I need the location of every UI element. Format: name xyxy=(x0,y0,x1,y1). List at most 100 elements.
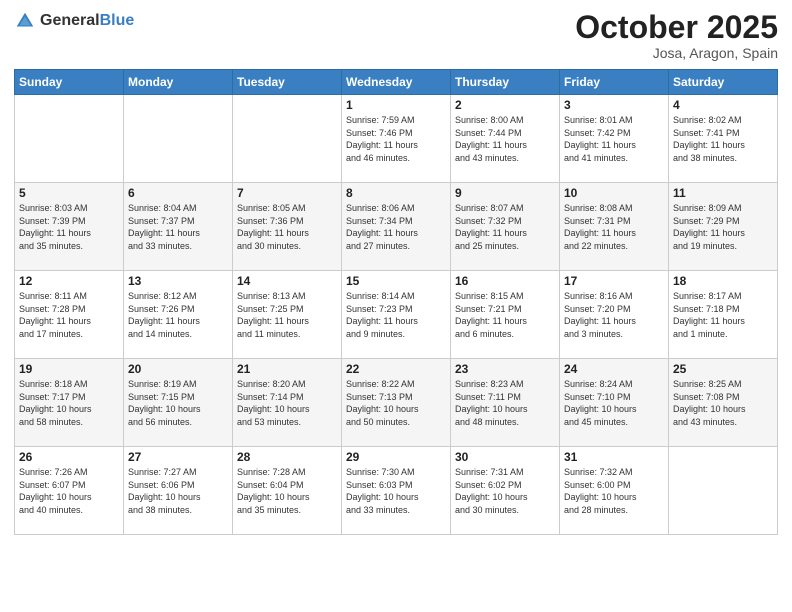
calendar-cell: 22Sunrise: 8:22 AM Sunset: 7:13 PM Dayli… xyxy=(342,359,451,447)
day-info: Sunrise: 8:02 AM Sunset: 7:41 PM Dayligh… xyxy=(673,114,773,164)
day-number: 1 xyxy=(346,98,446,112)
header: GeneralBlue October 2025 Josa, Aragon, S… xyxy=(14,10,778,61)
day-number: 26 xyxy=(19,450,119,464)
logo: GeneralBlue xyxy=(14,10,134,32)
calendar-cell: 15Sunrise: 8:14 AM Sunset: 7:23 PM Dayli… xyxy=(342,271,451,359)
calendar-cell: 26Sunrise: 7:26 AM Sunset: 6:07 PM Dayli… xyxy=(15,447,124,535)
day-info: Sunrise: 8:24 AM Sunset: 7:10 PM Dayligh… xyxy=(564,378,664,428)
calendar-week-row: 12 Sunrise: 8:11 AM Sunset: 7:28 PM Dayli… xyxy=(15,271,778,359)
day-number: 15 xyxy=(346,274,446,288)
calendar-table: SundayMondayTuesdayWednesdayThursdayFrid… xyxy=(14,69,778,535)
day-number: 25 xyxy=(673,362,773,376)
calendar-cell: 7 Sunrise: 8:05 AM Sunset: 7:36 PM Daylig… xyxy=(233,183,342,271)
calendar-cell xyxy=(669,447,778,535)
calendar-cell: 1 Sunrise: 7:59 AM Sunset: 7:46 PM Daylig… xyxy=(342,95,451,183)
calendar-cell: 20 Sunrise: 8:19 AM Sunset: 7:15 PM Dayli… xyxy=(124,359,233,447)
calendar-week-row: 26Sunrise: 7:26 AM Sunset: 6:07 PM Dayli… xyxy=(15,447,778,535)
day-info: Sunrise: 8:19 AM Sunset: 7:15 PM Dayligh… xyxy=(128,378,228,428)
calendar-cell: 16 Sunrise: 8:15 AM Sunset: 7:21 PM Dayli… xyxy=(451,271,560,359)
calendar-cell: 21 Sunrise: 8:20 AM Sunset: 7:14 PM Dayli… xyxy=(233,359,342,447)
day-info: Sunrise: 8:12 AM Sunset: 7:26 PM Dayligh… xyxy=(128,290,228,340)
calendar-col-header: Saturday xyxy=(669,70,778,95)
day-info: Sunrise: 8:16 AM Sunset: 7:20 PM Dayligh… xyxy=(564,290,664,340)
day-number: 5 xyxy=(19,186,119,200)
day-number: 14 xyxy=(237,274,337,288)
calendar-col-header: Friday xyxy=(560,70,669,95)
calendar-cell: 19 Sunrise: 8:18 AM Sunset: 7:17 PM Dayli… xyxy=(15,359,124,447)
logo-blue: Blue xyxy=(100,12,135,30)
day-number: 30 xyxy=(455,450,555,464)
day-info: Sunrise: 7:28 AM Sunset: 6:04 PM Dayligh… xyxy=(237,466,337,516)
logo-icon xyxy=(14,10,36,32)
month-title: October 2025 xyxy=(575,10,778,45)
day-number: 8 xyxy=(346,186,446,200)
calendar-col-header: Thursday xyxy=(451,70,560,95)
day-info: Sunrise: 7:32 AM Sunset: 6:00 PM Dayligh… xyxy=(564,466,664,516)
calendar-cell xyxy=(124,95,233,183)
calendar-col-header: Wednesday xyxy=(342,70,451,95)
day-number: 20 xyxy=(128,362,228,376)
day-number: 7 xyxy=(237,186,337,200)
day-info: Sunrise: 8:01 AM Sunset: 7:42 PM Dayligh… xyxy=(564,114,664,164)
day-info: Sunrise: 8:09 AM Sunset: 7:29 PM Dayligh… xyxy=(673,202,773,252)
day-info: Sunrise: 8:07 AM Sunset: 7:32 PM Dayligh… xyxy=(455,202,555,252)
day-info: Sunrise: 8:17 AM Sunset: 7:18 PM Dayligh… xyxy=(673,290,773,340)
day-number: 3 xyxy=(564,98,664,112)
day-info: Sunrise: 8:13 AM Sunset: 7:25 PM Dayligh… xyxy=(237,290,337,340)
calendar-header-row: SundayMondayTuesdayWednesdayThursdayFrid… xyxy=(15,70,778,95)
day-info: Sunrise: 8:18 AM Sunset: 7:17 PM Dayligh… xyxy=(19,378,119,428)
day-number: 13 xyxy=(128,274,228,288)
day-number: 28 xyxy=(237,450,337,464)
calendar-cell: 4 Sunrise: 8:02 AM Sunset: 7:41 PM Daylig… xyxy=(669,95,778,183)
day-number: 9 xyxy=(455,186,555,200)
day-number: 11 xyxy=(673,186,773,200)
day-info: Sunrise: 8:11 AM Sunset: 7:28 PM Dayligh… xyxy=(19,290,119,340)
calendar-cell: 3 Sunrise: 8:01 AM Sunset: 7:42 PM Daylig… xyxy=(560,95,669,183)
day-info: Sunrise: 8:20 AM Sunset: 7:14 PM Dayligh… xyxy=(237,378,337,428)
calendar-cell: 25 Sunrise: 8:25 AM Sunset: 7:08 PM Dayli… xyxy=(669,359,778,447)
day-info: Sunrise: 8:03 AM Sunset: 7:39 PM Dayligh… xyxy=(19,202,119,252)
calendar-col-header: Monday xyxy=(124,70,233,95)
day-info: Sunrise: 8:25 AM Sunset: 7:08 PM Dayligh… xyxy=(673,378,773,428)
calendar-cell: 30 Sunrise: 7:31 AM Sunset: 6:02 PM Dayli… xyxy=(451,447,560,535)
calendar-col-header: Sunday xyxy=(15,70,124,95)
calendar-cell: 23Sunrise: 8:23 AM Sunset: 7:11 PM Dayli… xyxy=(451,359,560,447)
day-info: Sunrise: 8:00 AM Sunset: 7:44 PM Dayligh… xyxy=(455,114,555,164)
calendar-cell: 10Sunrise: 8:08 AM Sunset: 7:31 PM Dayli… xyxy=(560,183,669,271)
day-number: 6 xyxy=(128,186,228,200)
day-number: 21 xyxy=(237,362,337,376)
calendar-cell: 27Sunrise: 7:27 AM Sunset: 6:06 PM Dayli… xyxy=(124,447,233,535)
calendar-cell: 5 Sunrise: 8:03 AM Sunset: 7:39 PM Daylig… xyxy=(15,183,124,271)
day-info: Sunrise: 8:08 AM Sunset: 7:31 PM Dayligh… xyxy=(564,202,664,252)
day-info: Sunrise: 7:31 AM Sunset: 6:02 PM Dayligh… xyxy=(455,466,555,516)
day-info: Sunrise: 8:05 AM Sunset: 7:36 PM Dayligh… xyxy=(237,202,337,252)
calendar-cell: 14 Sunrise: 8:13 AM Sunset: 7:25 PM Dayli… xyxy=(233,271,342,359)
calendar-cell: 2Sunrise: 8:00 AM Sunset: 7:44 PM Daylig… xyxy=(451,95,560,183)
calendar-cell xyxy=(233,95,342,183)
day-number: 23 xyxy=(455,362,555,376)
logo-text: GeneralBlue xyxy=(40,12,134,30)
day-number: 29 xyxy=(346,450,446,464)
day-info: Sunrise: 8:15 AM Sunset: 7:21 PM Dayligh… xyxy=(455,290,555,340)
calendar-cell: 18Sunrise: 8:17 AM Sunset: 7:18 PM Dayli… xyxy=(669,271,778,359)
page: GeneralBlue October 2025 Josa, Aragon, S… xyxy=(0,0,792,612)
calendar-cell: 17 Sunrise: 8:16 AM Sunset: 7:20 PM Dayli… xyxy=(560,271,669,359)
calendar-cell: 9 Sunrise: 8:07 AM Sunset: 7:32 PM Daylig… xyxy=(451,183,560,271)
calendar-week-row: 1 Sunrise: 7:59 AM Sunset: 7:46 PM Daylig… xyxy=(15,95,778,183)
day-number: 12 xyxy=(19,274,119,288)
day-info: Sunrise: 7:59 AM Sunset: 7:46 PM Dayligh… xyxy=(346,114,446,164)
day-info: Sunrise: 7:30 AM Sunset: 6:03 PM Dayligh… xyxy=(346,466,446,516)
calendar-cell: 11 Sunrise: 8:09 AM Sunset: 7:29 PM Dayli… xyxy=(669,183,778,271)
day-info: Sunrise: 8:04 AM Sunset: 7:37 PM Dayligh… xyxy=(128,202,228,252)
calendar-cell: 24Sunrise: 8:24 AM Sunset: 7:10 PM Dayli… xyxy=(560,359,669,447)
day-number: 22 xyxy=(346,362,446,376)
day-info: Sunrise: 7:27 AM Sunset: 6:06 PM Dayligh… xyxy=(128,466,228,516)
calendar-cell: 6 Sunrise: 8:04 AM Sunset: 7:37 PM Daylig… xyxy=(124,183,233,271)
day-number: 16 xyxy=(455,274,555,288)
calendar-cell: 31Sunrise: 7:32 AM Sunset: 6:00 PM Dayli… xyxy=(560,447,669,535)
day-number: 17 xyxy=(564,274,664,288)
calendar-cell: 29 Sunrise: 7:30 AM Sunset: 6:03 PM Dayli… xyxy=(342,447,451,535)
day-number: 4 xyxy=(673,98,773,112)
day-number: 19 xyxy=(19,362,119,376)
day-info: Sunrise: 8:06 AM Sunset: 7:34 PM Dayligh… xyxy=(346,202,446,252)
